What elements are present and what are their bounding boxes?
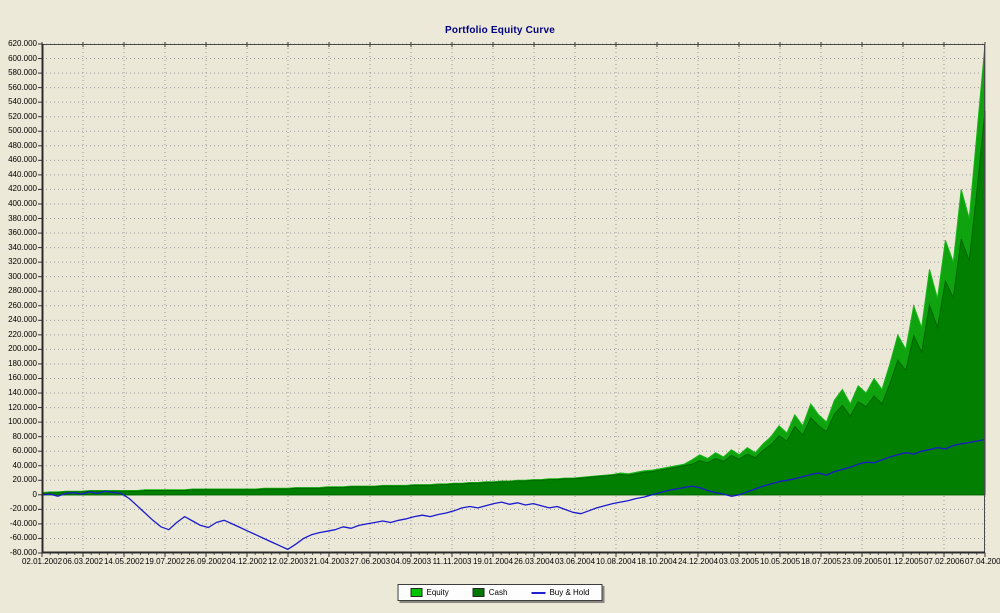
y-tick-label: 460.000	[0, 156, 37, 164]
plot-canvas	[42, 44, 985, 553]
y-tick-label: 500.000	[0, 127, 37, 135]
x-tick-label: 04.12.2002	[227, 557, 267, 566]
y-tick-label: 40.000	[0, 462, 37, 470]
y-tick-label: 180.000	[0, 360, 37, 368]
legend-item-equity: Equity	[411, 588, 449, 597]
y-tick-label: 580.000	[0, 69, 37, 77]
legend-color-swatch	[473, 588, 485, 597]
y-tick-label: 260.000	[0, 302, 37, 310]
legend-label: Cash	[489, 588, 508, 597]
y-tick-label: -20.000	[0, 505, 37, 513]
x-tick-label: 26.09.2002	[186, 557, 226, 566]
plot-area	[42, 44, 985, 553]
y-tick-label: 80.000	[0, 433, 37, 441]
x-tick-label: 03.06.2004	[555, 557, 595, 566]
y-tick-label: 140.000	[0, 389, 37, 397]
x-tick-label: 03.03.2005	[719, 557, 759, 566]
y-tick-label: 620.000	[0, 40, 37, 48]
x-tick-label: 06.03.2002	[63, 557, 103, 566]
series-area-cash	[42, 111, 985, 495]
y-tick-label: 560.000	[0, 84, 37, 92]
y-tick-label: -80.000	[0, 549, 37, 557]
y-tick-label: 220.000	[0, 331, 37, 339]
x-tick-label: 10.05.2005	[760, 557, 800, 566]
legend-label: Equity	[427, 588, 449, 597]
y-axis-labels: 620.000600.000580.000560.000540.000520.0…	[0, 44, 37, 553]
chart-legend: Equity Cash Buy & Hold	[398, 584, 603, 601]
y-tick-label: 420.000	[0, 185, 37, 193]
portfolio-equity-chart: Portfolio Equity Curve 620.000 600.000 580…	[0, 0, 1000, 613]
y-tick-label: 100.000	[0, 418, 37, 426]
x-tick-label: 07.02.2006	[924, 557, 964, 566]
y-tick-label: 600.000	[0, 55, 37, 63]
y-tick-label: 0	[0, 491, 37, 499]
x-tick-label: 12.02.2003	[268, 557, 308, 566]
x-tick-label: 21.04.2003	[309, 557, 349, 566]
chart-title: Portfolio Equity Curve	[0, 25, 1000, 36]
y-tick-label: 480.000	[0, 142, 37, 150]
x-tick-label: 27.06.2003	[350, 557, 390, 566]
y-tick-label: 60.000	[0, 447, 37, 455]
x-tick-label: 11.11.2003	[433, 557, 472, 566]
x-tick-label: 26.03.2004	[514, 557, 554, 566]
x-tick-label: 01.12.2005	[883, 557, 923, 566]
y-tick-label: 300.000	[0, 273, 37, 281]
x-tick-label: 19.01.2004	[473, 557, 513, 566]
legend-color-swatch	[411, 588, 423, 597]
y-tick-label: 120.000	[0, 404, 37, 412]
y-tick-label: -40.000	[0, 520, 37, 528]
y-tick-label: 520.000	[0, 113, 37, 121]
x-tick-label: 07.04.2006	[965, 557, 1000, 566]
legend-line-marker	[531, 592, 545, 594]
x-tick-label: 19.07.2002	[145, 557, 185, 566]
legend-item-buy-hold: Buy & Hold	[531, 588, 589, 597]
y-tick-label: 240.000	[0, 316, 37, 324]
x-tick-label: 14.05.2002	[104, 557, 144, 566]
legend-label: Buy & Hold	[549, 588, 589, 597]
x-axis-labels: 02.01.200206.03.200214.05.200219.07.2002…	[42, 557, 985, 569]
x-tick-label: 02.01.2002	[22, 557, 62, 566]
y-tick-label: 380.000	[0, 215, 37, 223]
y-tick-label: -60.000	[0, 534, 37, 542]
x-tick-label: 24.12.2004	[678, 557, 718, 566]
x-tick-label: 18.10.2004	[637, 557, 677, 566]
y-tick-label: 20.000	[0, 476, 37, 484]
legend-item-cash: Cash	[473, 588, 508, 597]
y-tick-label: 340.000	[0, 244, 37, 252]
y-tick-label: 400.000	[0, 200, 37, 208]
y-tick-label: 200.000	[0, 345, 37, 353]
x-tick-label: 18.07.2005	[801, 557, 841, 566]
x-tick-label: 04.09.2003	[391, 557, 431, 566]
x-tick-label: 10.08.2004	[596, 557, 636, 566]
y-tick-label: 280.000	[0, 287, 37, 295]
y-tick-label: 440.000	[0, 171, 37, 179]
y-tick-label: 320.000	[0, 258, 37, 266]
y-tick-label: 540.000	[0, 98, 37, 106]
y-tick-label: 160.000	[0, 374, 37, 382]
x-tick-label: 23.09.2005	[842, 557, 882, 566]
y-tick-label: 360.000	[0, 229, 37, 237]
